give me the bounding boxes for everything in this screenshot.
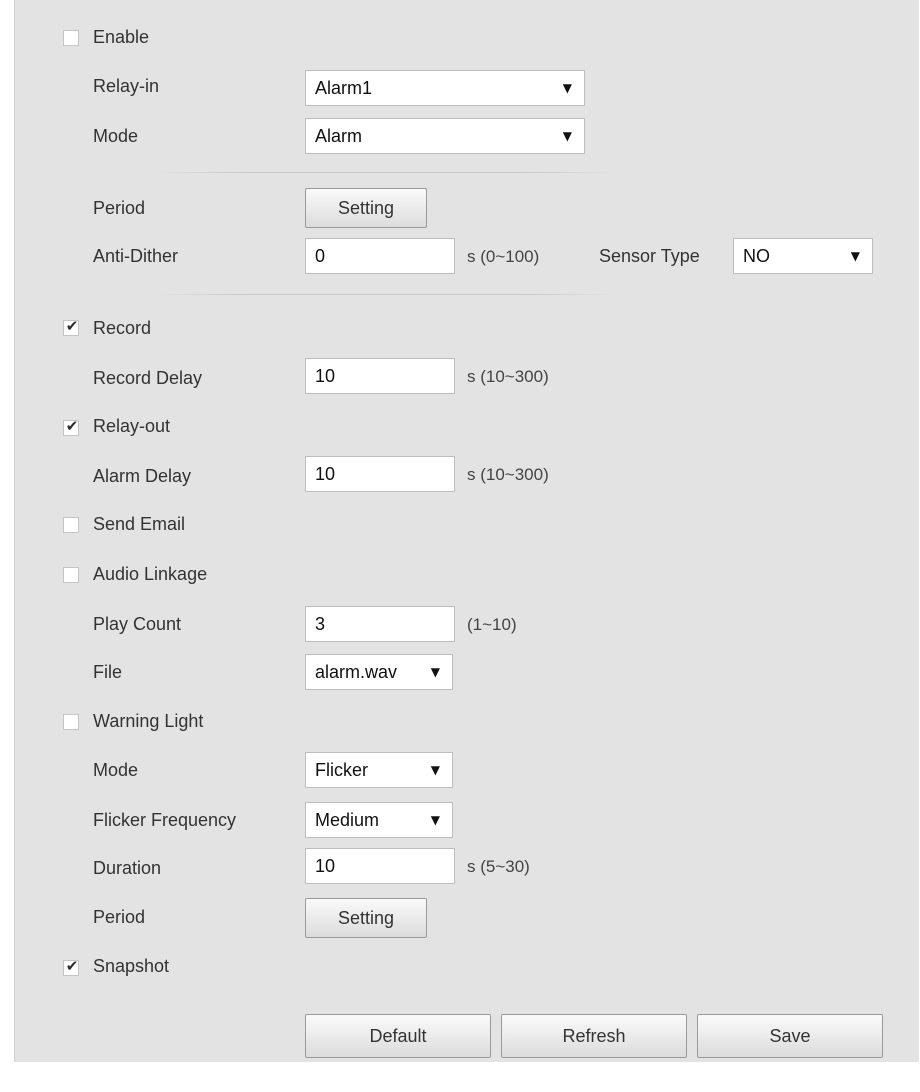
chevron-down-icon: ▼ [430, 665, 440, 679]
relay-out-label: Relay-out [93, 416, 171, 436]
period-setting-button[interactable]: Setting [305, 188, 427, 228]
duration-input[interactable]: 10 [305, 848, 455, 884]
file-select[interactable]: alarm.wav ▼ [305, 654, 453, 690]
duration-label: Duration [93, 858, 162, 878]
chevron-down-icon: ▼ [562, 81, 572, 95]
chevron-down-icon: ▼ [430, 763, 440, 777]
sensor-type-select[interactable]: NO ▼ [733, 238, 873, 274]
send-email-checkbox[interactable] [63, 517, 79, 533]
record-delay-input[interactable]: 10 [305, 358, 455, 394]
play-count-input[interactable]: 3 [305, 606, 455, 642]
section-divider [155, 172, 615, 173]
alarm-delay-range: s (10~300) [467, 465, 549, 484]
duration-range: s (5~30) [467, 857, 530, 876]
section-divider [155, 294, 615, 295]
period-label: Period [93, 198, 146, 218]
warning-light-checkbox[interactable] [63, 714, 79, 730]
send-email-label: Send Email [93, 514, 186, 534]
play-count-range: (1~10) [467, 615, 517, 634]
check-icon: ✔ [65, 417, 79, 435]
check-icon: ✔ [65, 317, 79, 335]
alarm-delay-label: Alarm Delay [93, 466, 192, 486]
refresh-button[interactable]: Refresh [501, 1014, 687, 1058]
anti-dither-input[interactable]: 0 [305, 238, 455, 274]
warning-light-period-setting-button[interactable]: Setting [305, 898, 427, 938]
file-label: File [93, 662, 123, 682]
chevron-down-icon: ▼ [430, 813, 440, 827]
warning-light-period-label: Period [93, 907, 146, 927]
warning-light-mode-value: Flicker [315, 760, 368, 780]
anti-dither-range: s (0~100) [467, 247, 540, 266]
default-button[interactable]: Default [305, 1014, 491, 1058]
alarm-delay-input[interactable]: 10 [305, 456, 455, 492]
audio-linkage-label: Audio Linkage [93, 564, 208, 584]
record-delay-label: Record Delay [93, 368, 203, 388]
enable-label: Enable [93, 27, 150, 47]
audio-linkage-checkbox[interactable] [63, 567, 79, 583]
chevron-down-icon: ▼ [562, 129, 572, 143]
mode-select[interactable]: Alarm ▼ [305, 118, 585, 154]
snapshot-label: Snapshot [93, 956, 170, 976]
save-button[interactable]: Save [697, 1014, 883, 1058]
relay-out-checkbox[interactable]: ✔ [63, 417, 79, 436]
mode-label: Mode [93, 126, 139, 146]
anti-dither-label: Anti-Dither [93, 246, 179, 266]
mode-value: Alarm [315, 126, 363, 146]
relay-in-select[interactable]: Alarm1 ▼ [305, 70, 585, 106]
enable-checkbox[interactable] [63, 30, 79, 46]
flicker-frequency-select[interactable]: Medium ▼ [305, 802, 453, 838]
warning-light-label: Warning Light [93, 711, 204, 731]
record-label: Record [93, 318, 152, 338]
record-checkbox[interactable]: ✔ [63, 317, 79, 336]
record-delay-range: s (10~300) [467, 367, 549, 386]
sensor-type-value: NO [743, 246, 770, 266]
play-count-label: Play Count [93, 614, 182, 634]
flicker-frequency-value: Medium [315, 810, 380, 830]
check-icon: ✔ [65, 957, 79, 975]
relay-in-value: Alarm1 [315, 78, 373, 98]
sensor-type-label: Sensor Type [599, 246, 700, 266]
flicker-frequency-label: Flicker Frequency [93, 810, 237, 830]
snapshot-checkbox[interactable]: ✔ [63, 957, 79, 976]
warning-light-mode-label: Mode [93, 760, 139, 780]
warning-light-mode-select[interactable]: Flicker ▼ [305, 752, 453, 788]
file-value: alarm.wav [315, 662, 398, 682]
chevron-down-icon: ▼ [850, 249, 860, 263]
relay-in-label: Relay-in [93, 76, 160, 96]
alarm-settings-panel: Enable Relay-in Alarm1 ▼ Mode Alarm ▼ Pe… [14, 0, 919, 1062]
